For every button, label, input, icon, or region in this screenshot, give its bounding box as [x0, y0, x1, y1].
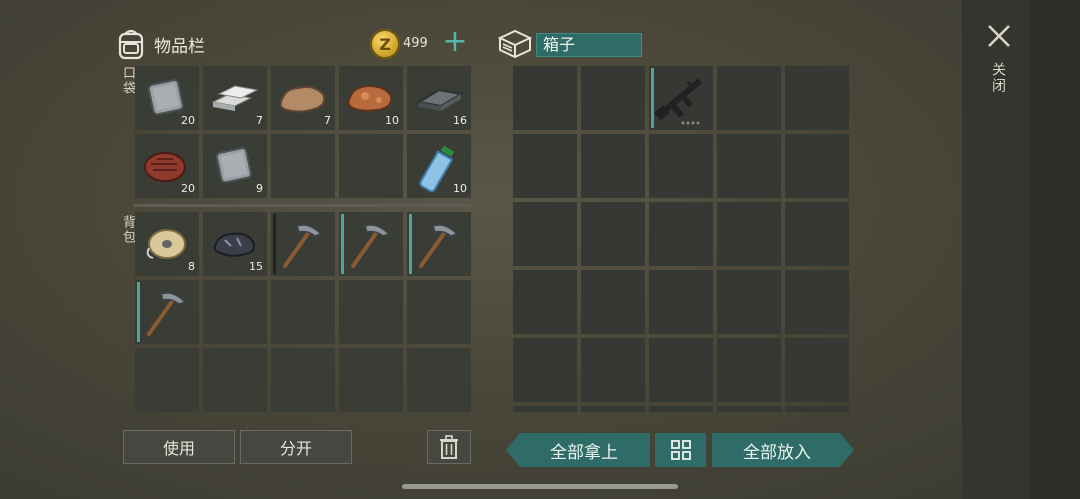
pocket-slot[interactable]: [271, 134, 335, 198]
box-slot[interactable]: [513, 270, 577, 334]
take-all-button[interactable]: 全部拿上: [506, 433, 650, 467]
trash-icon: [440, 435, 458, 459]
box-icon: [497, 29, 533, 59]
item-count: 7: [256, 114, 263, 127]
assault-rifle-icon: [654, 78, 703, 125]
backpack-slot[interactable]: [407, 212, 471, 276]
box-slot[interactable]: [785, 202, 849, 266]
pocket-slot[interactable]: 9: [203, 134, 267, 198]
box-name-field[interactable]: 箱子: [536, 33, 642, 57]
put-all-button[interactable]: 全部放入: [712, 433, 854, 467]
box-slot[interactable]: [581, 202, 645, 266]
backpack-slot[interactable]: [407, 280, 471, 344]
box-slot[interactable]: [649, 134, 713, 198]
backpack-slot[interactable]: [339, 280, 403, 344]
box-slot[interactable]: [785, 406, 849, 412]
box-slot[interactable]: [581, 134, 645, 198]
item-count: 20: [181, 182, 195, 195]
backpack-slot[interactable]: [271, 348, 335, 412]
backpack-slot[interactable]: [271, 212, 335, 276]
pickaxe-icon: [419, 224, 459, 268]
box-slot[interactable]: [649, 338, 713, 402]
box-slot[interactable]: [717, 202, 781, 266]
pickaxe-icon: [283, 224, 323, 268]
close-label[interactable]: 关闭: [988, 62, 1008, 94]
box-slot[interactable]: [785, 338, 849, 402]
item-count: 15: [249, 260, 263, 273]
item-count: 16: [453, 114, 467, 127]
pocket-slot[interactable]: 20: [135, 66, 199, 130]
sort-button[interactable]: [655, 433, 706, 467]
coin-icon: Z: [370, 29, 400, 59]
item-count: 10: [385, 114, 399, 127]
box-slot[interactable]: [717, 66, 781, 130]
box-slot[interactable]: [513, 66, 577, 130]
backpack-slot[interactable]: [135, 280, 199, 344]
box-slot[interactable]: [649, 406, 713, 412]
backpack-slot[interactable]: [407, 348, 471, 412]
backpack-slot[interactable]: [339, 212, 403, 276]
item-count: 10: [453, 182, 467, 195]
home-indicator: [402, 484, 678, 489]
box-slot[interactable]: [581, 406, 645, 412]
pocket-slot[interactable]: 16: [407, 66, 471, 130]
use-button[interactable]: 使用: [123, 430, 235, 464]
box-slot[interactable]: [513, 134, 577, 198]
backpack-slot[interactable]: [135, 348, 199, 412]
box-slot[interactable]: [581, 66, 645, 130]
box-slot[interactable]: [717, 338, 781, 402]
box-slot[interactable]: [581, 338, 645, 402]
backpack-grid: 8 15: [135, 212, 471, 412]
item-count: 20: [181, 114, 195, 127]
box-slot[interactable]: [649, 270, 713, 334]
pocket-slot[interactable]: 7: [271, 66, 335, 130]
box-slot[interactable]: [513, 338, 577, 402]
backpack-icon: [118, 29, 144, 60]
box-slot[interactable]: [785, 270, 849, 334]
backpack-slot[interactable]: [339, 348, 403, 412]
item-count: 9: [256, 182, 263, 195]
right-edge: [1030, 0, 1080, 499]
pocket-slot[interactable]: [339, 134, 403, 198]
box-slot[interactable]: [785, 134, 849, 198]
put-all-label: 全部放入: [743, 442, 811, 463]
trash-button[interactable]: [427, 430, 471, 464]
box-slot[interactable]: [717, 406, 781, 412]
add-coins-button[interactable]: +: [440, 27, 470, 58]
box-slot[interactable]: [513, 202, 577, 266]
inventory-title: 物品栏: [154, 36, 205, 57]
coin-count: 499: [403, 36, 428, 51]
split-button[interactable]: 分开: [240, 430, 352, 464]
box-slot[interactable]: [717, 270, 781, 334]
backpack-slot[interactable]: 8: [135, 212, 199, 276]
take-all-label: 全部拿上: [550, 442, 618, 463]
backpack-slot[interactable]: [271, 280, 335, 344]
pocket-slot[interactable]: 10: [407, 134, 471, 198]
box-slot[interactable]: [785, 66, 849, 130]
box-slot[interactable]: [649, 66, 713, 130]
box-slot[interactable]: [513, 406, 577, 412]
box-slot[interactable]: [649, 202, 713, 266]
item-count: 7: [324, 114, 331, 127]
pocket-grid: 20 7 7 10 16 20 9 10: [135, 66, 471, 198]
pickaxe-icon: [147, 292, 187, 336]
box-slot[interactable]: [581, 270, 645, 334]
backpack-slot[interactable]: 15: [203, 212, 267, 276]
pocket-slot[interactable]: 20: [135, 134, 199, 198]
box-slot[interactable]: [717, 134, 781, 198]
pickaxe-icon: [351, 224, 391, 268]
close-icon[interactable]: [985, 22, 1013, 50]
backpack-slot[interactable]: [203, 348, 267, 412]
backpack-slot[interactable]: [203, 280, 267, 344]
item-count: 8: [188, 260, 195, 273]
sort-grid-icon: [670, 440, 691, 460]
pocket-slot[interactable]: 10: [339, 66, 403, 130]
box-grid[interactable]: [513, 66, 849, 412]
inventory-header: 物品栏: [116, 26, 205, 62]
pocket-slot[interactable]: 7: [203, 66, 267, 130]
section-divider: [134, 204, 471, 207]
